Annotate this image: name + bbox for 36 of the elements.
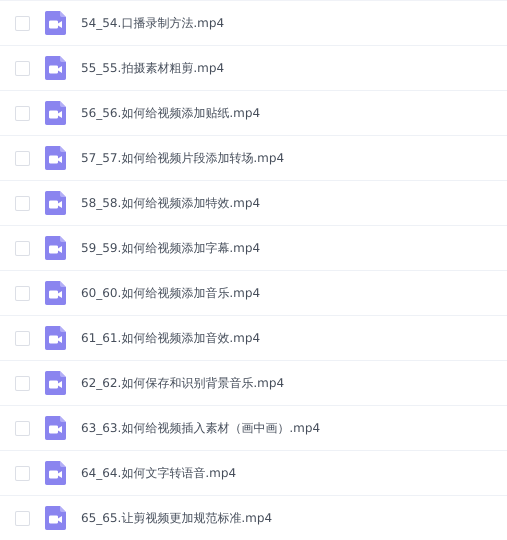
checkbox[interactable]	[15, 376, 30, 390]
video-file-icon	[45, 371, 66, 395]
file-name[interactable]: 58_58.如何给视频添加特效.mp4	[81, 194, 260, 212]
checkbox[interactable]	[15, 330, 30, 346]
video-file-icon	[45, 326, 66, 350]
video-file-icon	[45, 146, 66, 170]
file-name[interactable]: 54_54.口播录制方法.mp4	[81, 14, 224, 32]
file-name[interactable]: 64_64.如何文字转语音.mp4	[81, 464, 236, 482]
checkbox[interactable]	[15, 510, 30, 526]
checkbox[interactable]	[15, 420, 30, 436]
video-file-icon	[45, 236, 66, 260]
file-name[interactable]: 59_59.如何给视频添加字幕.mp4	[81, 240, 260, 256]
checkbox[interactable]	[15, 240, 30, 256]
file-name[interactable]: 65_65.让剪视频更加规范标准.mp4	[81, 510, 272, 526]
file-name[interactable]: 61_61.如何给视频添加音效.mp4	[81, 330, 260, 346]
checkbox[interactable]	[15, 60, 30, 76]
file-name[interactable]: 56_56.如何给视频添加贴纸.mp4	[81, 104, 260, 122]
video-file-icon	[45, 506, 66, 530]
checkbox[interactable]	[15, 16, 30, 30]
video-file-icon	[45, 461, 66, 485]
video-file-icon	[45, 11, 66, 35]
file-name[interactable]: 55_55.拍摄素材粗剪.mp4	[81, 60, 224, 76]
checkbox[interactable]	[15, 196, 30, 210]
video-file-icon	[45, 416, 66, 440]
checkbox[interactable]	[15, 466, 30, 480]
video-file-icon	[45, 191, 66, 215]
video-file-icon	[45, 281, 66, 305]
video-file-icon	[45, 101, 66, 125]
checkbox[interactable]	[15, 106, 30, 120]
file-name[interactable]: 57_57.如何给视频片段添加转场.mp4	[81, 150, 284, 166]
file-name[interactable]: 63_63.如何给视频插入素材（画中画）.mp4	[81, 420, 320, 436]
file-name[interactable]: 62_62.如何保存和识别背景音乐.mp4	[81, 374, 284, 392]
checkbox[interactable]	[15, 150, 30, 166]
video-file-icon	[45, 56, 66, 80]
checkbox[interactable]	[15, 286, 30, 300]
file-name[interactable]: 60_60.如何给视频添加音乐.mp4	[81, 284, 260, 302]
